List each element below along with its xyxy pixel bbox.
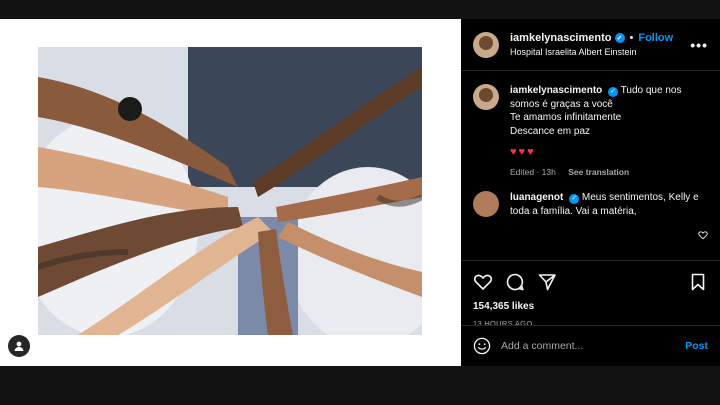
separator-dot: • (629, 32, 634, 44)
author-avatar[interactable] (473, 31, 499, 58)
verified-icon: ✓ (614, 33, 625, 43)
caption-hearts: ♥♥♥ (510, 146, 536, 158)
header-text: iamkelynascimento ✓ • Follow Hospital Is… (510, 32, 690, 57)
page-background: iamkelynascimento ✓ • Follow Hospital Is… (0, 0, 720, 405)
likes-count[interactable]: 154,365 likes (473, 301, 708, 312)
follow-button[interactable]: Follow (638, 32, 673, 44)
post-modal: iamkelynascimento ✓ • Follow Hospital Is… (0, 19, 720, 366)
user-tag-button[interactable] (8, 335, 30, 357)
see-translation-link[interactable]: See translation (568, 167, 629, 177)
post-photo[interactable] (38, 47, 422, 335)
user-tag-icon (14, 341, 24, 351)
verified-icon: ✓ (608, 86, 619, 97)
caption: iamkelynascimento ✓ Tudo que nos somos é… (473, 84, 708, 179)
comments-list[interactable]: iamkelynascimento ✓ Tudo que nos somos é… (461, 72, 720, 260)
photo-image (38, 47, 422, 335)
edited-time: Edited · 13h (510, 166, 556, 177)
add-comment-input[interactable] (501, 340, 686, 352)
commenter-avatar[interactable] (473, 191, 499, 217)
caption-avatar[interactable] (473, 84, 499, 110)
header-row: iamkelynascimento ✓ • Follow (510, 32, 690, 44)
comment-body: luanagenot ✓ Meus sentimentos, Kelly e t… (510, 191, 700, 218)
comment-icon[interactable] (505, 272, 525, 292)
add-comment-bar: Post (461, 325, 720, 366)
post-side-panel: iamkelynascimento ✓ • Follow Hospital Is… (461, 19, 720, 366)
caption-text-2: Te amamos infinitamente (510, 112, 622, 123)
caption-username[interactable]: iamkelynascimento (510, 85, 602, 96)
post-actions: 154,365 likes 13 HOURS AGO (461, 260, 720, 328)
caption-meta: Edited · 13h See translation (510, 166, 708, 180)
post-location[interactable]: Hospital Israelita Albert Einstein (510, 47, 690, 57)
comment-item: luanagenot ✓ Meus sentimentos, Kelly e t… (473, 191, 708, 218)
more-icon[interactable]: ••• (690, 37, 708, 53)
emoji-icon[interactable] (473, 337, 491, 355)
caption-text-3: Descance em paz (510, 125, 591, 137)
save-icon[interactable] (688, 272, 708, 292)
post-media (0, 19, 461, 366)
caption-body: iamkelynascimento ✓ Tudo que nos somos é… (510, 84, 708, 179)
post-comment-button[interactable]: Post (685, 340, 708, 352)
action-bar (473, 271, 708, 293)
verified-icon: ✓ (569, 193, 580, 204)
caption-line-1: iamkelynascimento ✓ Tudo que nos somos é… (510, 84, 708, 111)
author-username[interactable]: iamkelynascimento (510, 32, 612, 44)
share-icon[interactable] (537, 272, 557, 292)
post-header: iamkelynascimento ✓ • Follow Hospital Is… (461, 19, 720, 71)
heart-icon[interactable] (473, 272, 493, 292)
comment-like-icon[interactable] (698, 230, 708, 240)
comment-username[interactable]: luanagenot (510, 192, 563, 203)
